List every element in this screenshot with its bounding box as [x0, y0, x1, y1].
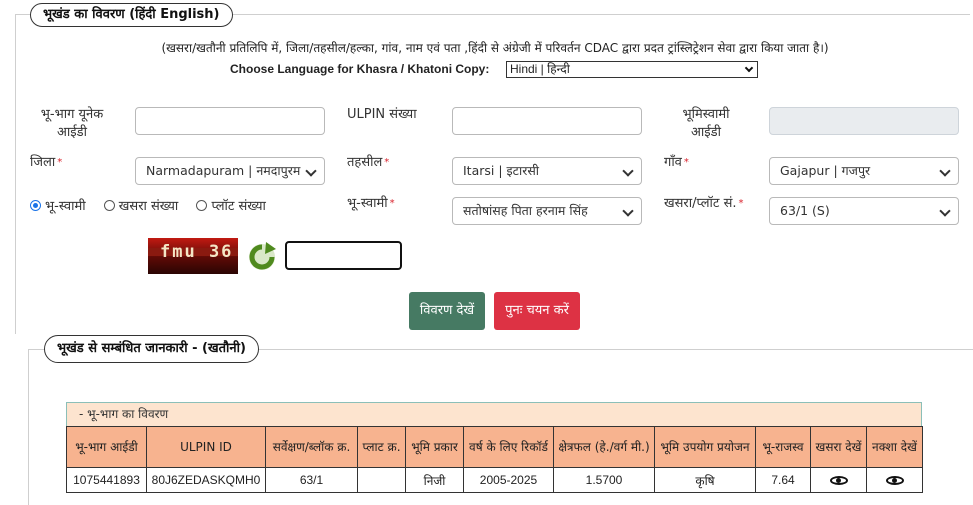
cell-view-khasra	[810, 467, 867, 493]
cell-parcel-id: 1075441893	[66, 467, 147, 493]
col-survey-block: सर्वेक्षण/ब्लॉक क्र.	[265, 426, 358, 468]
cell-ulpin-id: 80J6ZEDASKQMH0	[146, 467, 266, 493]
cell-survey-block: 63/1	[265, 467, 358, 493]
col-view-map: नक्शा देखें	[866, 426, 923, 468]
refresh-icon[interactable]	[246, 241, 278, 273]
radio-unchecked-icon	[196, 200, 208, 211]
khasra-select-value: 63/1 (S)	[780, 203, 830, 218]
cell-record-year: 2005-2025	[463, 467, 554, 493]
table-header-row: भू-भाग आईडी ULPIN ID सर्वेक्षण/ब्लॉक क्र…	[66, 426, 923, 468]
col-land-use: भूमि उपयोग प्रयोजन	[654, 426, 756, 468]
radio-khasra[interactable]: खसरा संख्या	[103, 196, 178, 214]
chevron-down-icon	[622, 165, 634, 177]
language-label: Choose Language for Khasra / Khatoni Cop…	[230, 62, 490, 76]
owner-id-input[interactable]	[769, 107, 959, 135]
ulpin-label: ULPIN संख्या	[347, 107, 417, 122]
radio-checked-icon	[30, 200, 41, 211]
khasra-select[interactable]: 63/1 (S)	[769, 197, 959, 225]
owner-select[interactable]: सतोषांसह पिता हरनाम सिंह	[452, 197, 642, 225]
district-select-value: Narmadapuram | नमदापुरम	[146, 163, 301, 178]
parcel-uid-input[interactable]	[135, 107, 325, 135]
cell-plot-no	[357, 467, 406, 493]
chevron-down-icon	[939, 165, 951, 177]
cell-area: 1.5700	[553, 467, 655, 493]
search-type-radio-group: भू-स्वामी खसरा संख्या प्लॉट संख्या	[30, 196, 280, 214]
owner-id-label: भूमिस्वामी आईडी	[682, 107, 730, 140]
parcel-uid-label: भू-भाग यूनेक आईडी	[40, 107, 104, 140]
khasra-label: खसरा/प्लॉट सं. *	[664, 196, 744, 211]
village-select-value: Gajapur | गजपुर	[780, 163, 871, 178]
ulpin-input[interactable]	[452, 107, 642, 135]
transliteration-note: (खसरा/खतौनी प्रतिलिपि में, जिला/तहसील/हल…	[161, 41, 829, 55]
tehsil-select-value: Itarsi | इटारसी	[463, 163, 540, 178]
col-view-khasra: खसरा देखें	[810, 426, 867, 468]
eye-icon[interactable]	[829, 476, 848, 486]
chevron-down-icon	[305, 165, 317, 177]
tehsil-select[interactable]: Itarsi | इटारसी	[452, 157, 642, 185]
district-select[interactable]: Narmadapuram | नमदापुरम	[135, 157, 325, 185]
radio-unchecked-icon	[103, 200, 115, 211]
col-area: क्षेत्रफल (हे./वर्ग मी.)	[553, 426, 655, 468]
cell-revenue: 7.64	[755, 467, 811, 493]
captcha-image: fmu 36 u	[148, 238, 238, 274]
khatauni-legend: भूखंड से सम्बंधित जानकारी - (खतौनी)	[44, 335, 259, 363]
col-ulpin-id: ULPIN ID	[146, 426, 266, 468]
col-land-type: भूमि प्रकार	[405, 426, 464, 468]
parcel-details-legend: भूखंड का विवरण (हिंदी English)	[30, 3, 233, 27]
col-record-year: वर्ष के लिए रिकॉर्ड	[463, 426, 554, 468]
owner-select-value: सतोषांसह पिता हरनाम सिंह	[463, 203, 588, 218]
chevron-down-icon	[744, 63, 754, 73]
col-parcel-id: भू-भाग आईडी	[66, 426, 147, 468]
radio-owner[interactable]: भू-स्वामी	[30, 196, 86, 214]
language-select[interactable]: Hindi | हिन्दी	[506, 61, 758, 78]
col-plot-no: प्लाट क्र.	[357, 426, 406, 468]
view-details-button[interactable]: विवरण देखें	[409, 292, 485, 330]
radio-plot[interactable]: प्लॉट संख्या	[196, 196, 266, 214]
district-label: जिला *	[30, 155, 63, 170]
table-row: 1075441893 80J6ZEDASKQMH0 63/1 निजी 2005…	[66, 467, 923, 493]
eye-icon[interactable]	[885, 476, 904, 486]
owner-label: भू-स्वामी *	[347, 196, 395, 211]
reset-button[interactable]: पुनः चयन करें	[494, 292, 580, 330]
chevron-down-icon	[939, 205, 951, 217]
language-select-value: Hindi | हिन्दी	[510, 62, 570, 76]
village-label: गाँव *	[664, 155, 689, 170]
col-revenue: भू-राजस्व	[755, 426, 811, 468]
cell-land-use: कृषि	[654, 467, 756, 493]
cell-view-map	[866, 467, 923, 493]
captcha-input[interactable]	[285, 241, 402, 270]
village-select[interactable]: Gajapur | गजपुर	[769, 157, 959, 185]
chevron-down-icon	[622, 205, 634, 217]
parcel-table: भू-भाग आईडी ULPIN ID सर्वेक्षण/ब्लॉक क्र…	[66, 426, 923, 493]
parcel-box-title: - भू-भाग का विवरण	[66, 402, 922, 426]
tehsil-label: तहसील *	[347, 155, 390, 170]
cell-land-type: निजी	[405, 467, 464, 493]
